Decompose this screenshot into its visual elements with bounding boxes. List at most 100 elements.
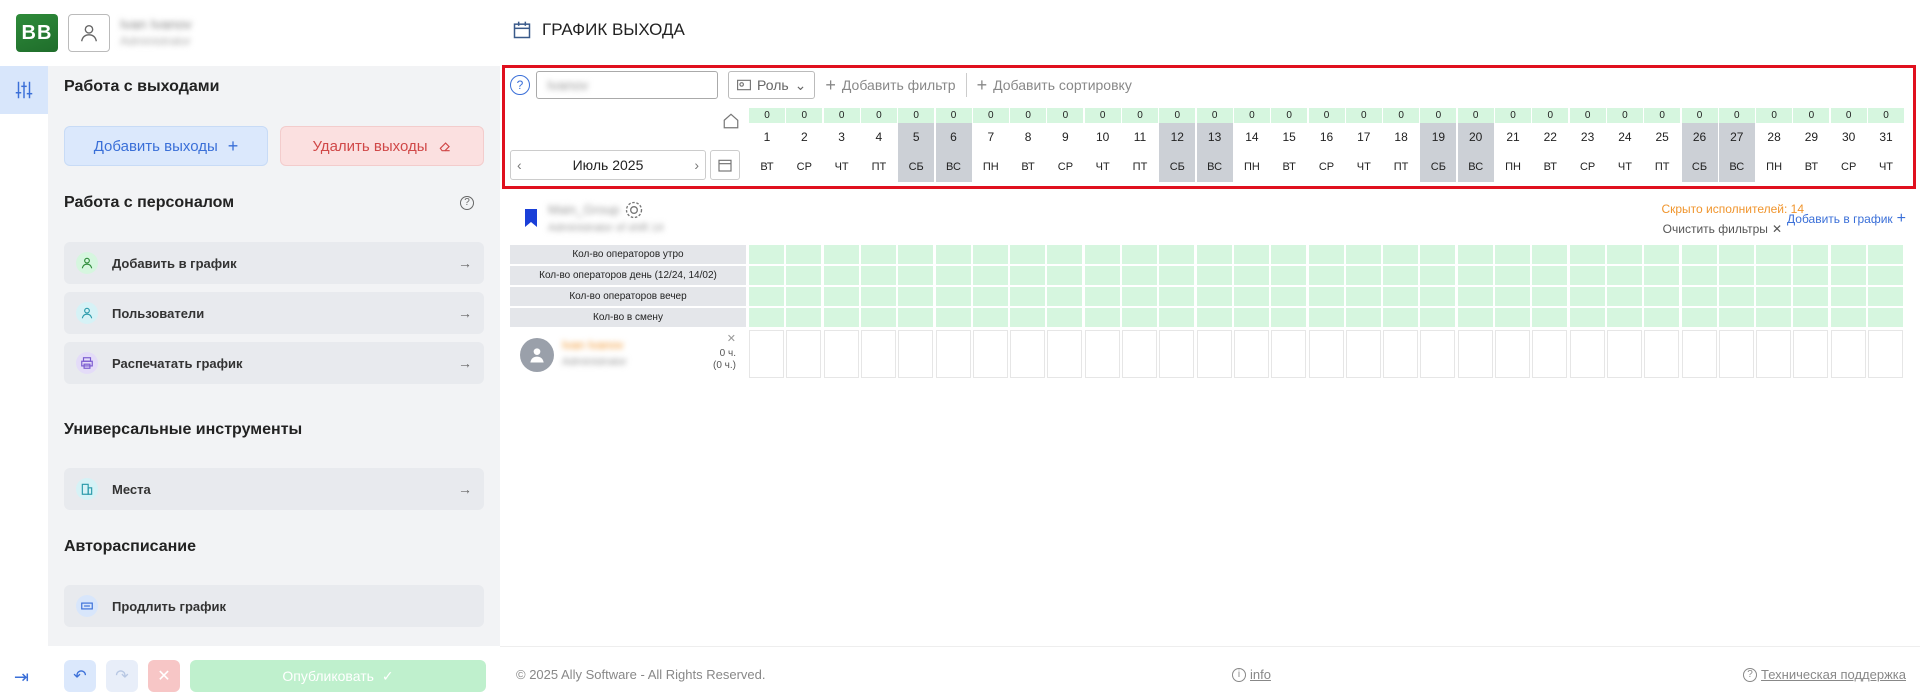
user-avatar[interactable] [68, 14, 110, 52]
publish-button[interactable]: Опубликовать ✓ [190, 660, 486, 692]
stats-cell [1756, 245, 1792, 264]
sidebar-item-label: Пользователи [112, 305, 205, 321]
info-link[interactable]: i info [1232, 667, 1271, 682]
stats-cell [1495, 266, 1530, 285]
schedule-cell[interactable] [1532, 330, 1568, 378]
calendar-icon [513, 21, 531, 39]
schedule-cell[interactable] [1084, 330, 1120, 378]
page-header: ГРАФИК ВЫХОДА [512, 20, 685, 40]
stats-cell [1718, 245, 1754, 264]
schedule-cell[interactable] [1345, 330, 1381, 378]
schedule-cell[interactable] [1196, 330, 1232, 378]
stats-cell [1532, 308, 1568, 327]
schedule-cell[interactable] [1308, 330, 1344, 378]
stats-cell [1606, 287, 1642, 306]
settings-sliders-button[interactable] [0, 66, 48, 114]
stats-cell [935, 266, 971, 285]
close-icon[interactable]: ✕ [727, 332, 736, 345]
stats-cell [1308, 287, 1344, 306]
stats-cell [749, 287, 784, 306]
stats-cell [1233, 245, 1269, 264]
stats-cell [1420, 245, 1456, 264]
schedule-cell[interactable] [1047, 330, 1083, 378]
schedule-cell[interactable] [1830, 330, 1866, 378]
sidebar-item-places[interactable]: Места → [64, 468, 484, 510]
group-subtitle: Administrator of shift 14 [548, 222, 664, 234]
stats-cell [1793, 266, 1829, 285]
sidebar-item-users[interactable]: Пользователи → [64, 292, 484, 334]
stats-cell [1233, 308, 1269, 327]
redo-button[interactable]: ↷ [106, 660, 138, 692]
logout-icon[interactable]: ⇥ [14, 667, 29, 688]
schedule-cell[interactable] [860, 330, 896, 378]
schedule-cell[interactable] [972, 330, 1008, 378]
schedule-cell[interactable] [1420, 330, 1456, 378]
schedule-cell[interactable] [1010, 330, 1046, 378]
undo-button[interactable]: ↶ [64, 660, 96, 692]
schedule-cell[interactable] [1457, 330, 1493, 378]
sidebar-item-add-to-schedule[interactable]: Добавить в график → [64, 242, 484, 284]
schedule-cell[interactable] [1271, 330, 1307, 378]
stats-cell [1681, 308, 1717, 327]
schedule-cell[interactable] [1793, 330, 1829, 378]
schedule-cell[interactable] [1159, 330, 1195, 378]
page-title: ГРАФИК ВЫХОДА [542, 20, 685, 39]
schedule-cell[interactable] [1569, 330, 1605, 378]
schedule-cell[interactable] [1644, 330, 1680, 378]
stats-cell [860, 266, 896, 285]
stats-cell [1644, 266, 1680, 285]
stats-cell [1308, 308, 1344, 327]
schedule-cell[interactable] [1495, 330, 1530, 378]
stats-row-label: Кол-во операторов утро [510, 245, 746, 264]
stats-cell [1681, 266, 1717, 285]
schedule-cell[interactable] [1868, 330, 1903, 378]
building-icon [76, 478, 98, 500]
stats-cell [898, 245, 934, 264]
gear-icon[interactable] [624, 200, 644, 225]
delete-shifts-button[interactable]: Удалить выходы [280, 126, 484, 166]
stats-cell [972, 308, 1008, 327]
person-row: Ivan Ivanov Administrator ✕ 0 ч. (0 ч.) [510, 330, 1906, 378]
sidebar-bottom-bar: ↶ ↷ ✕ Опубликовать ✓ [48, 646, 500, 698]
schedule-cell[interactable] [1233, 330, 1269, 378]
stats-cell [786, 245, 822, 264]
schedule-cell[interactable] [1718, 330, 1754, 378]
stats-cell [1793, 287, 1829, 306]
schedule-cell[interactable] [786, 330, 822, 378]
stats-cell [1196, 308, 1232, 327]
stats-cell [972, 266, 1008, 285]
sidebar-item-extend-schedule[interactable]: Продлить график [64, 585, 484, 627]
schedule-cell[interactable] [1606, 330, 1642, 378]
help-icon[interactable]: ? [460, 196, 474, 210]
stats-cell [935, 308, 971, 327]
extend-icon [76, 595, 98, 617]
stats-row-label: Кол-во в смену [510, 308, 746, 327]
stats-cell [1196, 245, 1232, 264]
schedule-cell[interactable] [1383, 330, 1419, 378]
stats-cell [1271, 287, 1307, 306]
schedule-cell[interactable] [1681, 330, 1717, 378]
add-shifts-button[interactable]: Добавить выходы + [64, 126, 268, 166]
schedule-cell[interactable] [935, 330, 971, 378]
close-icon: ✕ [157, 668, 171, 685]
stats-cell [1196, 287, 1232, 306]
stats-cell [749, 266, 784, 285]
stats-cell [1383, 308, 1419, 327]
arrow-right-icon: → [458, 481, 472, 497]
discard-button[interactable]: ✕ [148, 660, 180, 692]
stats-cell [1569, 287, 1605, 306]
bookmark-icon[interactable] [524, 208, 538, 228]
stats-cell [1047, 308, 1083, 327]
stats-cell [1345, 308, 1381, 327]
person-card[interactable]: Ivan Ivanov Administrator ✕ 0 ч. (0 ч.) [510, 330, 742, 378]
add-to-schedule-button[interactable]: Добавить в график + [1787, 210, 1906, 228]
schedule-cell[interactable] [1122, 330, 1157, 378]
schedule-cell[interactable] [823, 330, 859, 378]
clear-filters-button[interactable]: Очистить фильтры ✕ [1663, 222, 1782, 236]
add-shifts-label: Добавить выходы [93, 137, 218, 155]
sidebar-item-print-schedule[interactable]: Распечатать график → [64, 342, 484, 384]
support-link[interactable]: ? Техническая поддержка [1743, 667, 1906, 682]
schedule-cell[interactable] [1756, 330, 1792, 378]
schedule-cell[interactable] [898, 330, 934, 378]
schedule-cell[interactable] [749, 330, 784, 378]
